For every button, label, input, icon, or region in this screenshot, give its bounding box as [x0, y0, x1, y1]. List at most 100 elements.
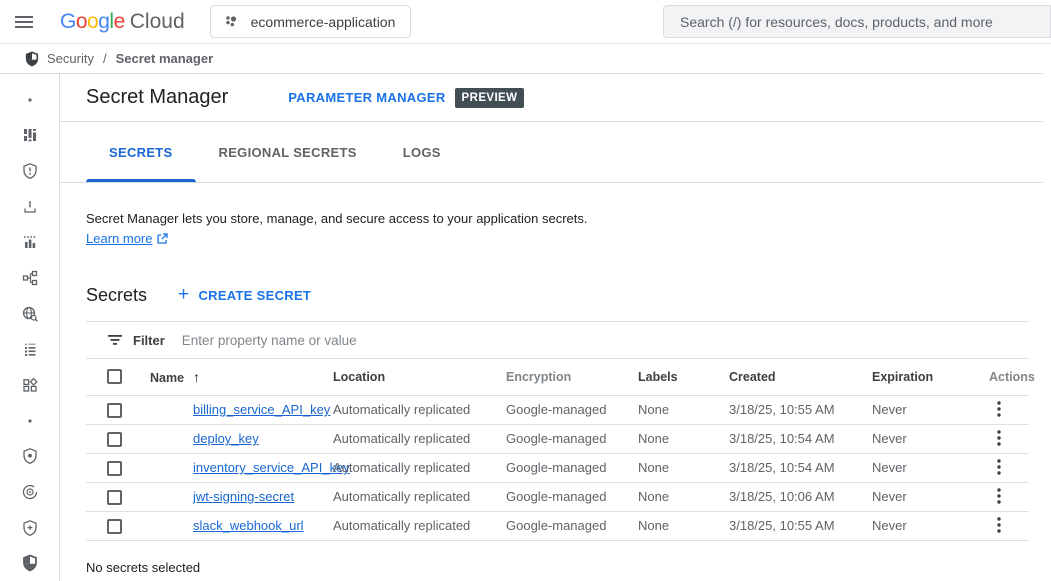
row-checkbox[interactable]	[107, 490, 122, 505]
cell-encryption: Google-managed	[506, 511, 638, 540]
column-header-actions: Actions	[989, 359, 1029, 395]
row-actions-menu-icon[interactable]	[991, 486, 1007, 506]
secret-name-link[interactable]: inventory_service_API_key	[193, 460, 350, 475]
cell-labels: None	[638, 511, 729, 540]
secret-name-link[interactable]: slack_webhook_url	[193, 518, 304, 533]
breadcrumb: Security / Secret manager	[0, 44, 1043, 74]
project-name: ecommerce-application	[251, 14, 396, 30]
cell-expiration: Never	[872, 424, 989, 453]
page-title: Secret Manager	[86, 86, 228, 109]
filter-input[interactable]	[182, 333, 1029, 348]
compliance-ring-icon	[21, 483, 39, 501]
cell-labels: None	[638, 424, 729, 453]
sidebar-item-8[interactable]	[0, 331, 59, 367]
table-row: inventory_service_API_key Automatically …	[86, 453, 1029, 482]
asset-blocks-icon	[21, 126, 39, 144]
policy-list-icon	[21, 340, 39, 358]
sidebar-item-9[interactable]	[0, 367, 59, 403]
column-header-created[interactable]: Created	[729, 359, 872, 395]
column-label: Name	[150, 371, 184, 385]
dot-icon	[21, 91, 39, 109]
learn-more-label: Learn more	[86, 229, 152, 249]
project-icon	[224, 14, 239, 29]
table-row: slack_webhook_url Automatically replicat…	[86, 511, 1029, 540]
sidebar-item-14[interactable]	[0, 545, 59, 581]
row-actions-menu-icon[interactable]	[991, 515, 1007, 535]
row-checkbox[interactable]	[107, 403, 122, 418]
filter-label: Filter	[133, 333, 165, 348]
sidebar-item-6[interactable]	[0, 260, 59, 296]
parameter-manager-link[interactable]: PARAMETER MANAGER	[288, 90, 445, 105]
breadcrumb-separator: /	[103, 51, 107, 66]
search-input[interactable]	[664, 14, 1050, 30]
row-actions-menu-icon[interactable]	[991, 399, 1007, 419]
sidebar-item-10[interactable]	[0, 403, 59, 439]
tab-secrets[interactable]: SECRETS	[86, 122, 196, 182]
breadcrumb-current-page: Secret manager	[116, 51, 214, 66]
cell-labels: None	[638, 482, 729, 511]
row-checkbox[interactable]	[107, 432, 122, 447]
row-checkbox[interactable]	[107, 461, 122, 476]
table-row: billing_service_API_key Automatically re…	[86, 395, 1029, 424]
cell-location: Automatically replicated	[333, 395, 506, 424]
project-selector[interactable]: ecommerce-application	[210, 5, 412, 38]
description-block: Secret Manager lets you store, manage, a…	[86, 209, 1017, 249]
cell-labels: None	[638, 453, 729, 482]
column-header-encryption: Encryption	[506, 359, 638, 395]
tab-bar: SECRETS REGIONAL SECRETS LOGS	[60, 122, 1043, 183]
network-tree-icon	[21, 269, 39, 287]
sidebar-item-1[interactable]	[0, 82, 59, 118]
bar-chart-icon	[21, 233, 39, 251]
learn-more-link[interactable]: Learn more	[86, 229, 168, 249]
cell-expiration: Never	[872, 395, 989, 424]
row-actions-menu-icon[interactable]	[991, 428, 1007, 448]
table-row: deploy_key Automatically replicated Goog…	[86, 424, 1029, 453]
row-actions-menu-icon[interactable]	[991, 457, 1007, 477]
sidebar-item-3[interactable]	[0, 153, 59, 189]
tab-logs[interactable]: LOGS	[380, 122, 464, 182]
menu-icon[interactable]	[15, 10, 39, 34]
download-tray-icon	[21, 198, 39, 216]
sidebar-item-2[interactable]	[0, 118, 59, 154]
security-products-sidebar	[0, 74, 60, 581]
select-all-checkbox[interactable]	[107, 369, 122, 384]
secrets-section-header: Secrets + CREATE SECRET	[86, 285, 1017, 306]
cell-created: 3/18/25, 10:06 AM	[729, 482, 872, 511]
google-logo-text: Google	[60, 10, 125, 34]
column-header-name[interactable]: Name↑	[150, 359, 333, 395]
sidebar-item-12[interactable]	[0, 474, 59, 510]
cell-encryption: Google-managed	[506, 424, 638, 453]
breadcrumb-security-link[interactable]: Security	[47, 51, 94, 66]
sidebar-item-11[interactable]	[0, 438, 59, 474]
cell-created: 3/18/25, 10:55 AM	[729, 395, 872, 424]
tab-regional-secrets[interactable]: REGIONAL SECRETS	[196, 122, 380, 182]
cell-location: Automatically replicated	[333, 424, 506, 453]
sidebar-item-13[interactable]	[0, 510, 59, 546]
cell-location: Automatically replicated	[333, 482, 506, 511]
sidebar-item-5[interactable]	[0, 225, 59, 261]
secret-name-link[interactable]: jwt-signing-secret	[193, 489, 294, 504]
main-content: Secret Manager PARAMETER MANAGER PREVIEW…	[60, 74, 1043, 581]
secret-name-link[interactable]: billing_service_API_key	[193, 402, 330, 417]
cell-location: Automatically replicated	[333, 511, 506, 540]
cell-location: Automatically replicated	[333, 453, 506, 482]
cell-labels: None	[638, 395, 729, 424]
column-header-expiration[interactable]: Expiration	[872, 359, 989, 395]
cell-encryption: Google-managed	[506, 453, 638, 482]
sidebar-item-7[interactable]	[0, 296, 59, 332]
dot-icon	[21, 412, 39, 430]
cell-expiration: Never	[872, 453, 989, 482]
cell-encryption: Google-managed	[506, 395, 638, 424]
global-search-box	[663, 5, 1051, 38]
row-checkbox[interactable]	[107, 519, 122, 534]
column-header-location[interactable]: Location	[333, 359, 506, 395]
secret-name-link[interactable]: deploy_key	[193, 431, 259, 446]
filter-bar: Filter	[86, 322, 1029, 359]
cell-created: 3/18/25, 10:55 AM	[729, 511, 872, 540]
sidebar-item-4[interactable]	[0, 189, 59, 225]
column-header-labels[interactable]: Labels	[638, 359, 729, 395]
create-secret-button[interactable]: + CREATE SECRET	[178, 286, 311, 305]
create-secret-label: CREATE SECRET	[198, 288, 311, 303]
secrets-table: Name↑ Location Encryption Labels Created…	[86, 359, 1029, 541]
cell-expiration: Never	[872, 511, 989, 540]
